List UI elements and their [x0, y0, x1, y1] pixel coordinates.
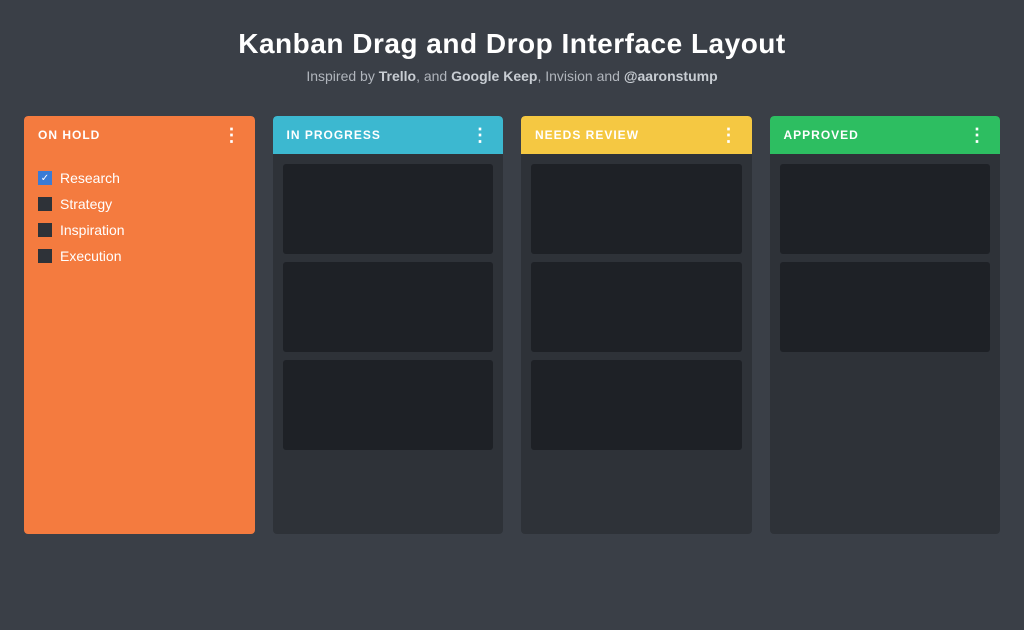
column-approved-body	[770, 154, 1001, 534]
card[interactable]	[531, 360, 742, 450]
column-on-hold-title: ON HOLD	[38, 128, 100, 142]
card[interactable]	[780, 164, 991, 254]
column-in-progress-header: IN PROGRESS ⋮	[273, 116, 504, 154]
page-wrapper: Kanban Drag and Drop Interface Layout In…	[0, 0, 1024, 534]
checklist: ✓ Research Strategy Inspiration Ex	[38, 164, 241, 264]
column-in-progress: IN PROGRESS ⋮	[273, 116, 504, 534]
checklist-label-execution: Execution	[60, 248, 121, 264]
column-needs-review-title: NEEDS REVIEW	[535, 128, 639, 142]
column-on-hold: ON HOLD ⋮ ✓ Research Strategy	[24, 116, 255, 534]
column-on-hold-header: ON HOLD ⋮	[24, 116, 255, 154]
checklist-label-strategy: Strategy	[60, 196, 112, 212]
column-on-hold-body: ✓ Research Strategy Inspiration Ex	[24, 154, 255, 534]
column-on-hold-menu-icon[interactable]: ⋮	[223, 126, 241, 144]
column-approved: APPROVED ⋮	[770, 116, 1001, 534]
card[interactable]	[283, 164, 494, 254]
column-approved-menu-icon[interactable]: ⋮	[968, 126, 986, 144]
list-item: ✓ Research	[38, 170, 241, 186]
checkbox-inspiration[interactable]	[38, 223, 52, 237]
column-in-progress-body	[273, 154, 504, 534]
checkmark-icon: ✓	[41, 173, 49, 184]
column-in-progress-title: IN PROGRESS	[287, 128, 381, 142]
checklist-label-inspiration: Inspiration	[60, 222, 125, 238]
checkbox-research[interactable]: ✓	[38, 171, 52, 185]
column-needs-review-menu-icon[interactable]: ⋮	[720, 126, 738, 144]
card[interactable]	[531, 262, 742, 352]
checkbox-strategy[interactable]	[38, 197, 52, 211]
kanban-board: ON HOLD ⋮ ✓ Research Strategy	[0, 98, 1024, 534]
checklist-label-research: Research	[60, 170, 120, 186]
column-approved-header: APPROVED ⋮	[770, 116, 1001, 154]
page-header: Kanban Drag and Drop Interface Layout In…	[0, 0, 1024, 98]
list-item: Strategy	[38, 196, 241, 212]
column-in-progress-menu-icon[interactable]: ⋮	[471, 126, 489, 144]
column-needs-review: NEEDS REVIEW ⋮	[521, 116, 752, 534]
page-subtitle: Inspired by Trello, and Google Keep, Inv…	[20, 68, 1004, 84]
card[interactable]	[531, 164, 742, 254]
column-approved-title: APPROVED	[784, 128, 859, 142]
card[interactable]	[283, 360, 494, 450]
card[interactable]	[780, 262, 991, 352]
column-needs-review-body	[521, 154, 752, 534]
column-needs-review-header: NEEDS REVIEW ⋮	[521, 116, 752, 154]
list-item: Execution	[38, 248, 241, 264]
list-item: Inspiration	[38, 222, 241, 238]
checkbox-execution[interactable]	[38, 249, 52, 263]
page-title: Kanban Drag and Drop Interface Layout	[20, 28, 1004, 60]
card[interactable]	[283, 262, 494, 352]
